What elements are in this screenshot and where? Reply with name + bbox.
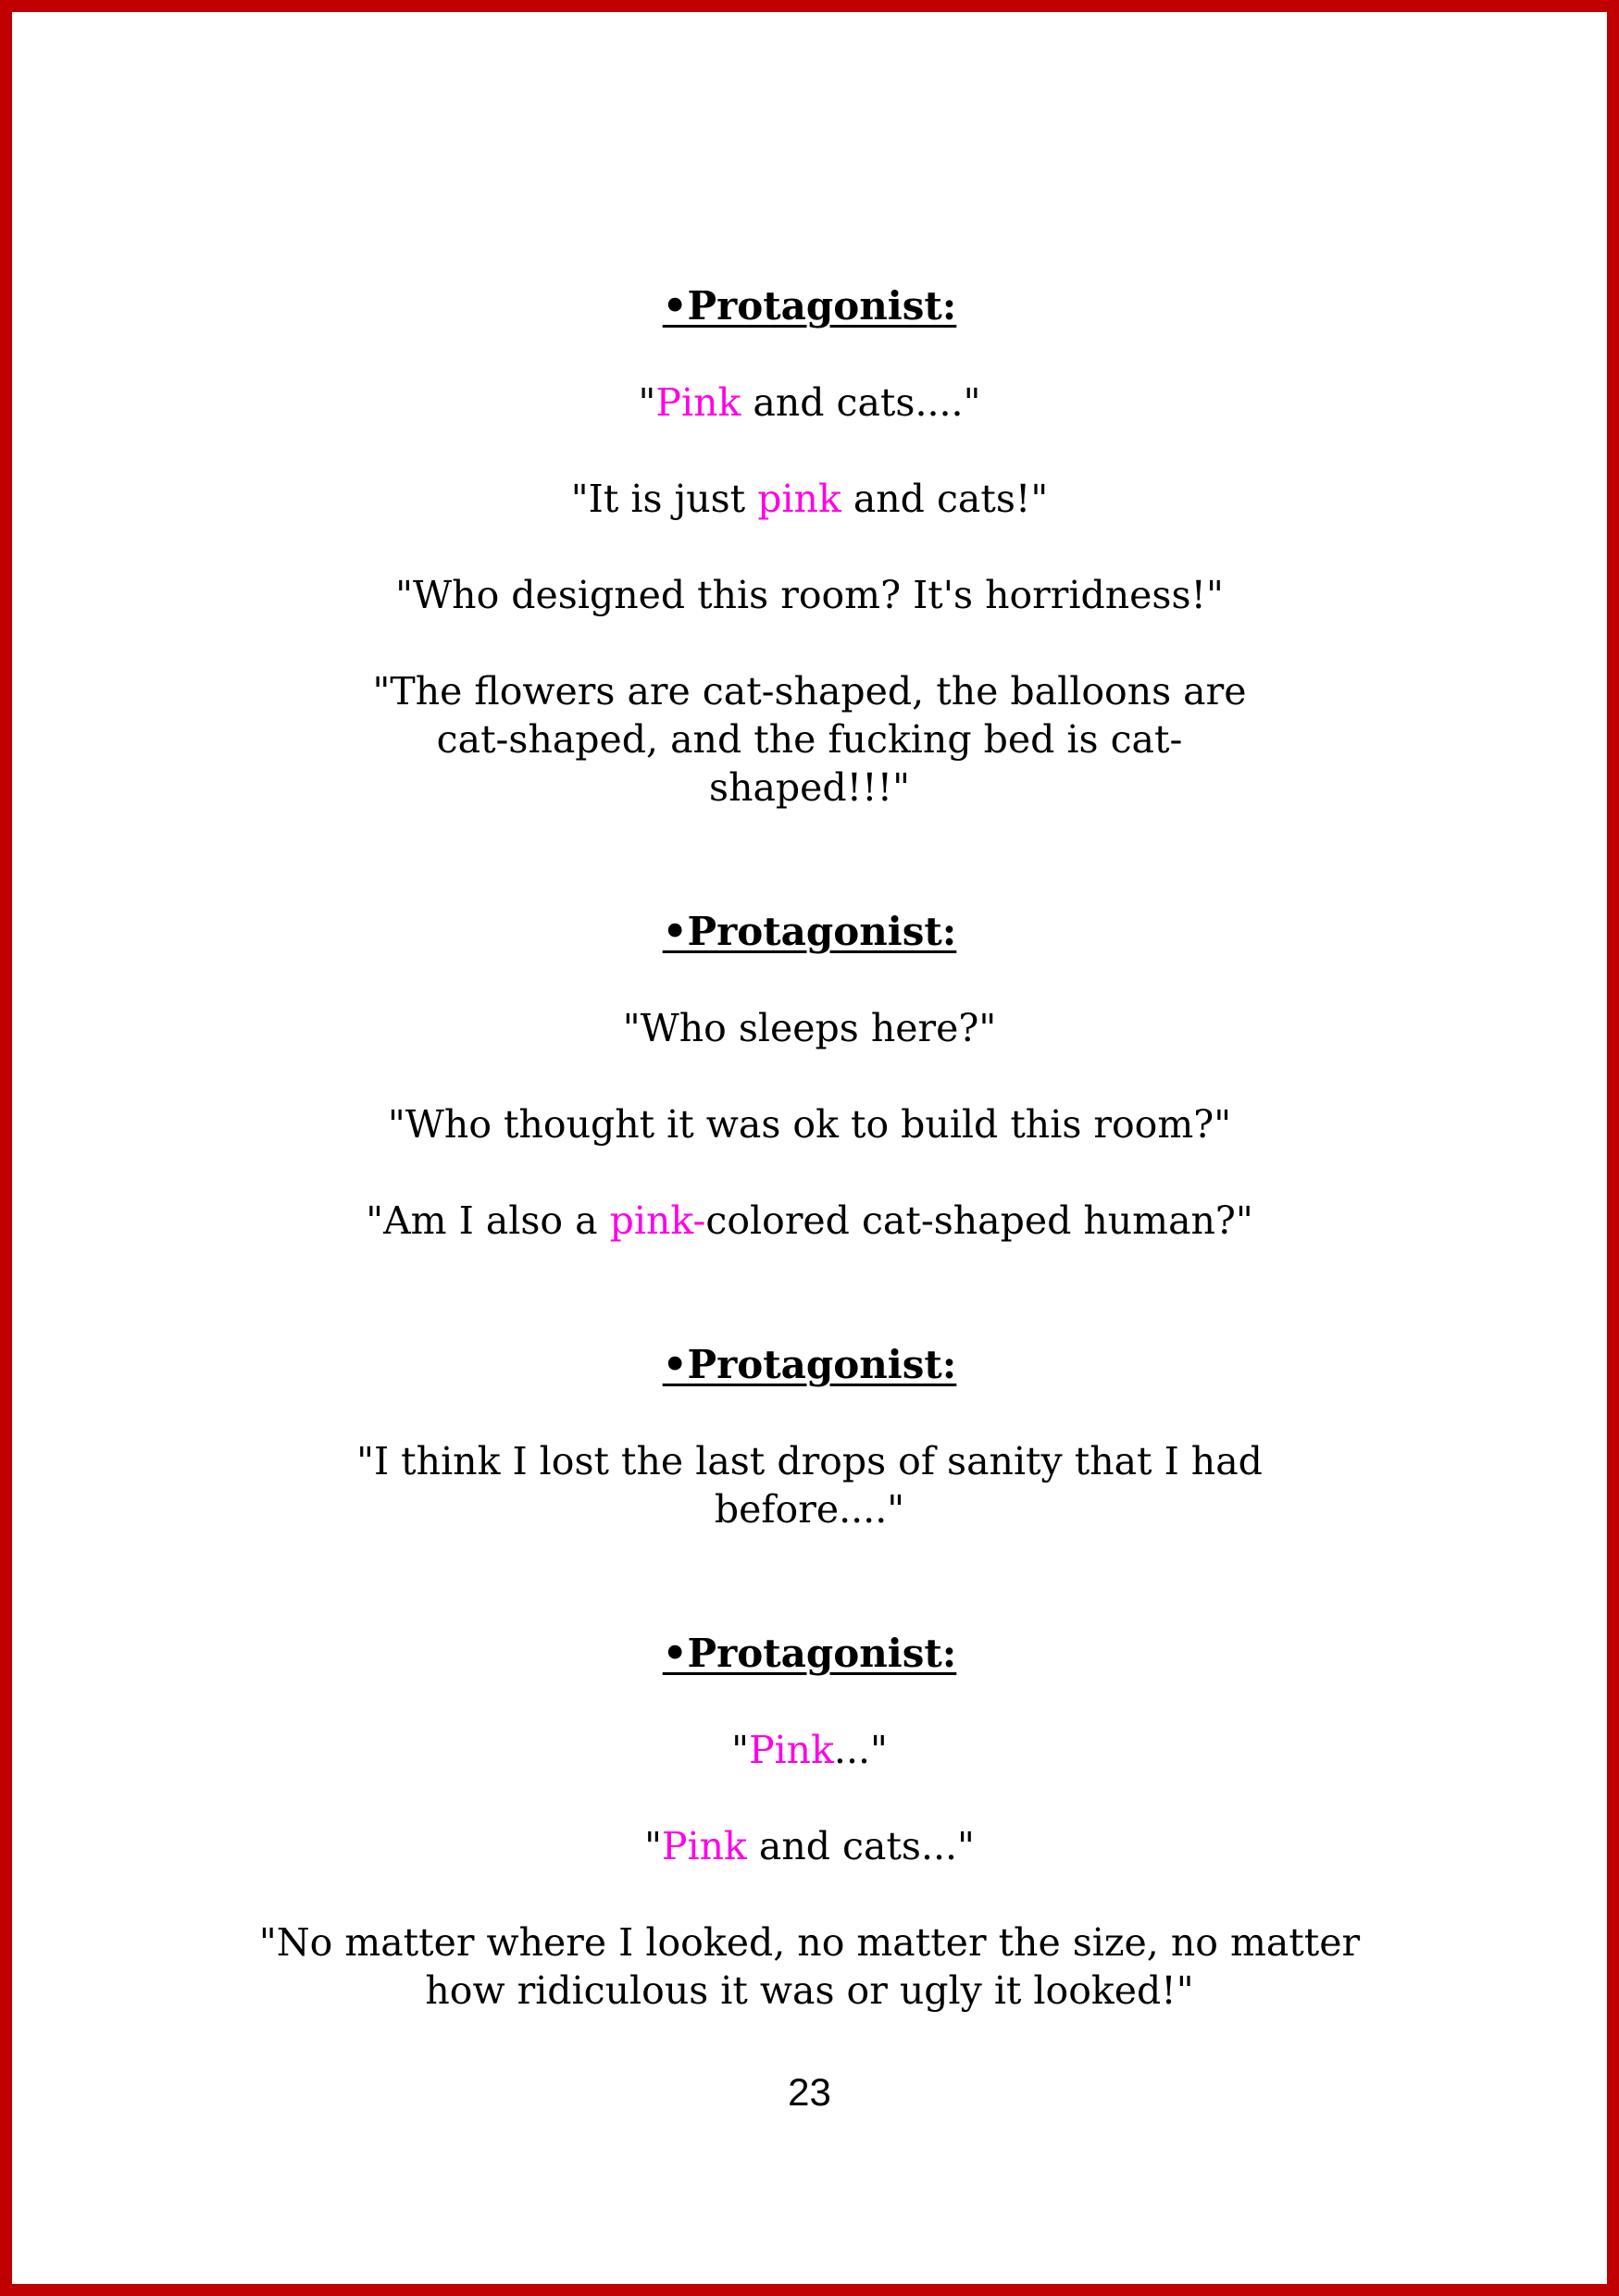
dialogue-line: "Am I also a pink-colored cat-shaped hum…	[366, 1198, 1253, 1243]
dialogue-line: "Pink and cats..."	[644, 1824, 975, 1868]
speaker-heading: •Protagonist:	[662, 909, 957, 954]
dialogue-line: "It is just pink and cats!"	[570, 477, 1049, 521]
dialogue-line: "No matter where I looked, no matter the…	[258, 1920, 1361, 2013]
speaker-heading: •Protagonist:	[662, 1342, 957, 1387]
pink-word: Pink	[748, 1728, 834, 1772]
pink-word: Pink	[661, 1824, 747, 1868]
pink-word: Pink	[655, 380, 741, 425]
speaker-heading: •Protagonist:	[662, 1631, 957, 1676]
page-number: 23	[788, 2070, 831, 2114]
dialogue-line: "Who sleeps here?"	[622, 1006, 997, 1050]
page: •Protagonist: "Pink and cats...." "It is…	[0, 0, 1619, 2296]
speaker-heading: •Protagonist:	[662, 283, 957, 329]
dialogue-line: "I think I lost the last drops of sanity…	[356, 1439, 1263, 1532]
dialogue-line: "Pink and cats...."	[638, 380, 981, 425]
pink-word: pink	[757, 477, 841, 521]
pink-word: pink-	[609, 1198, 706, 1243]
dialogue-line: "Who thought it was ok to build this roo…	[387, 1102, 1232, 1147]
dialogue-line: "The flowers are cat-shaped, the balloon…	[372, 669, 1247, 810]
script-content: •Protagonist: "Pink and cats...." "It is…	[12, 282, 1607, 2015]
dialogue-line: "Who designed this room? It's horridness…	[395, 573, 1224, 617]
dialogue-line: "Pink..."	[731, 1728, 888, 1772]
